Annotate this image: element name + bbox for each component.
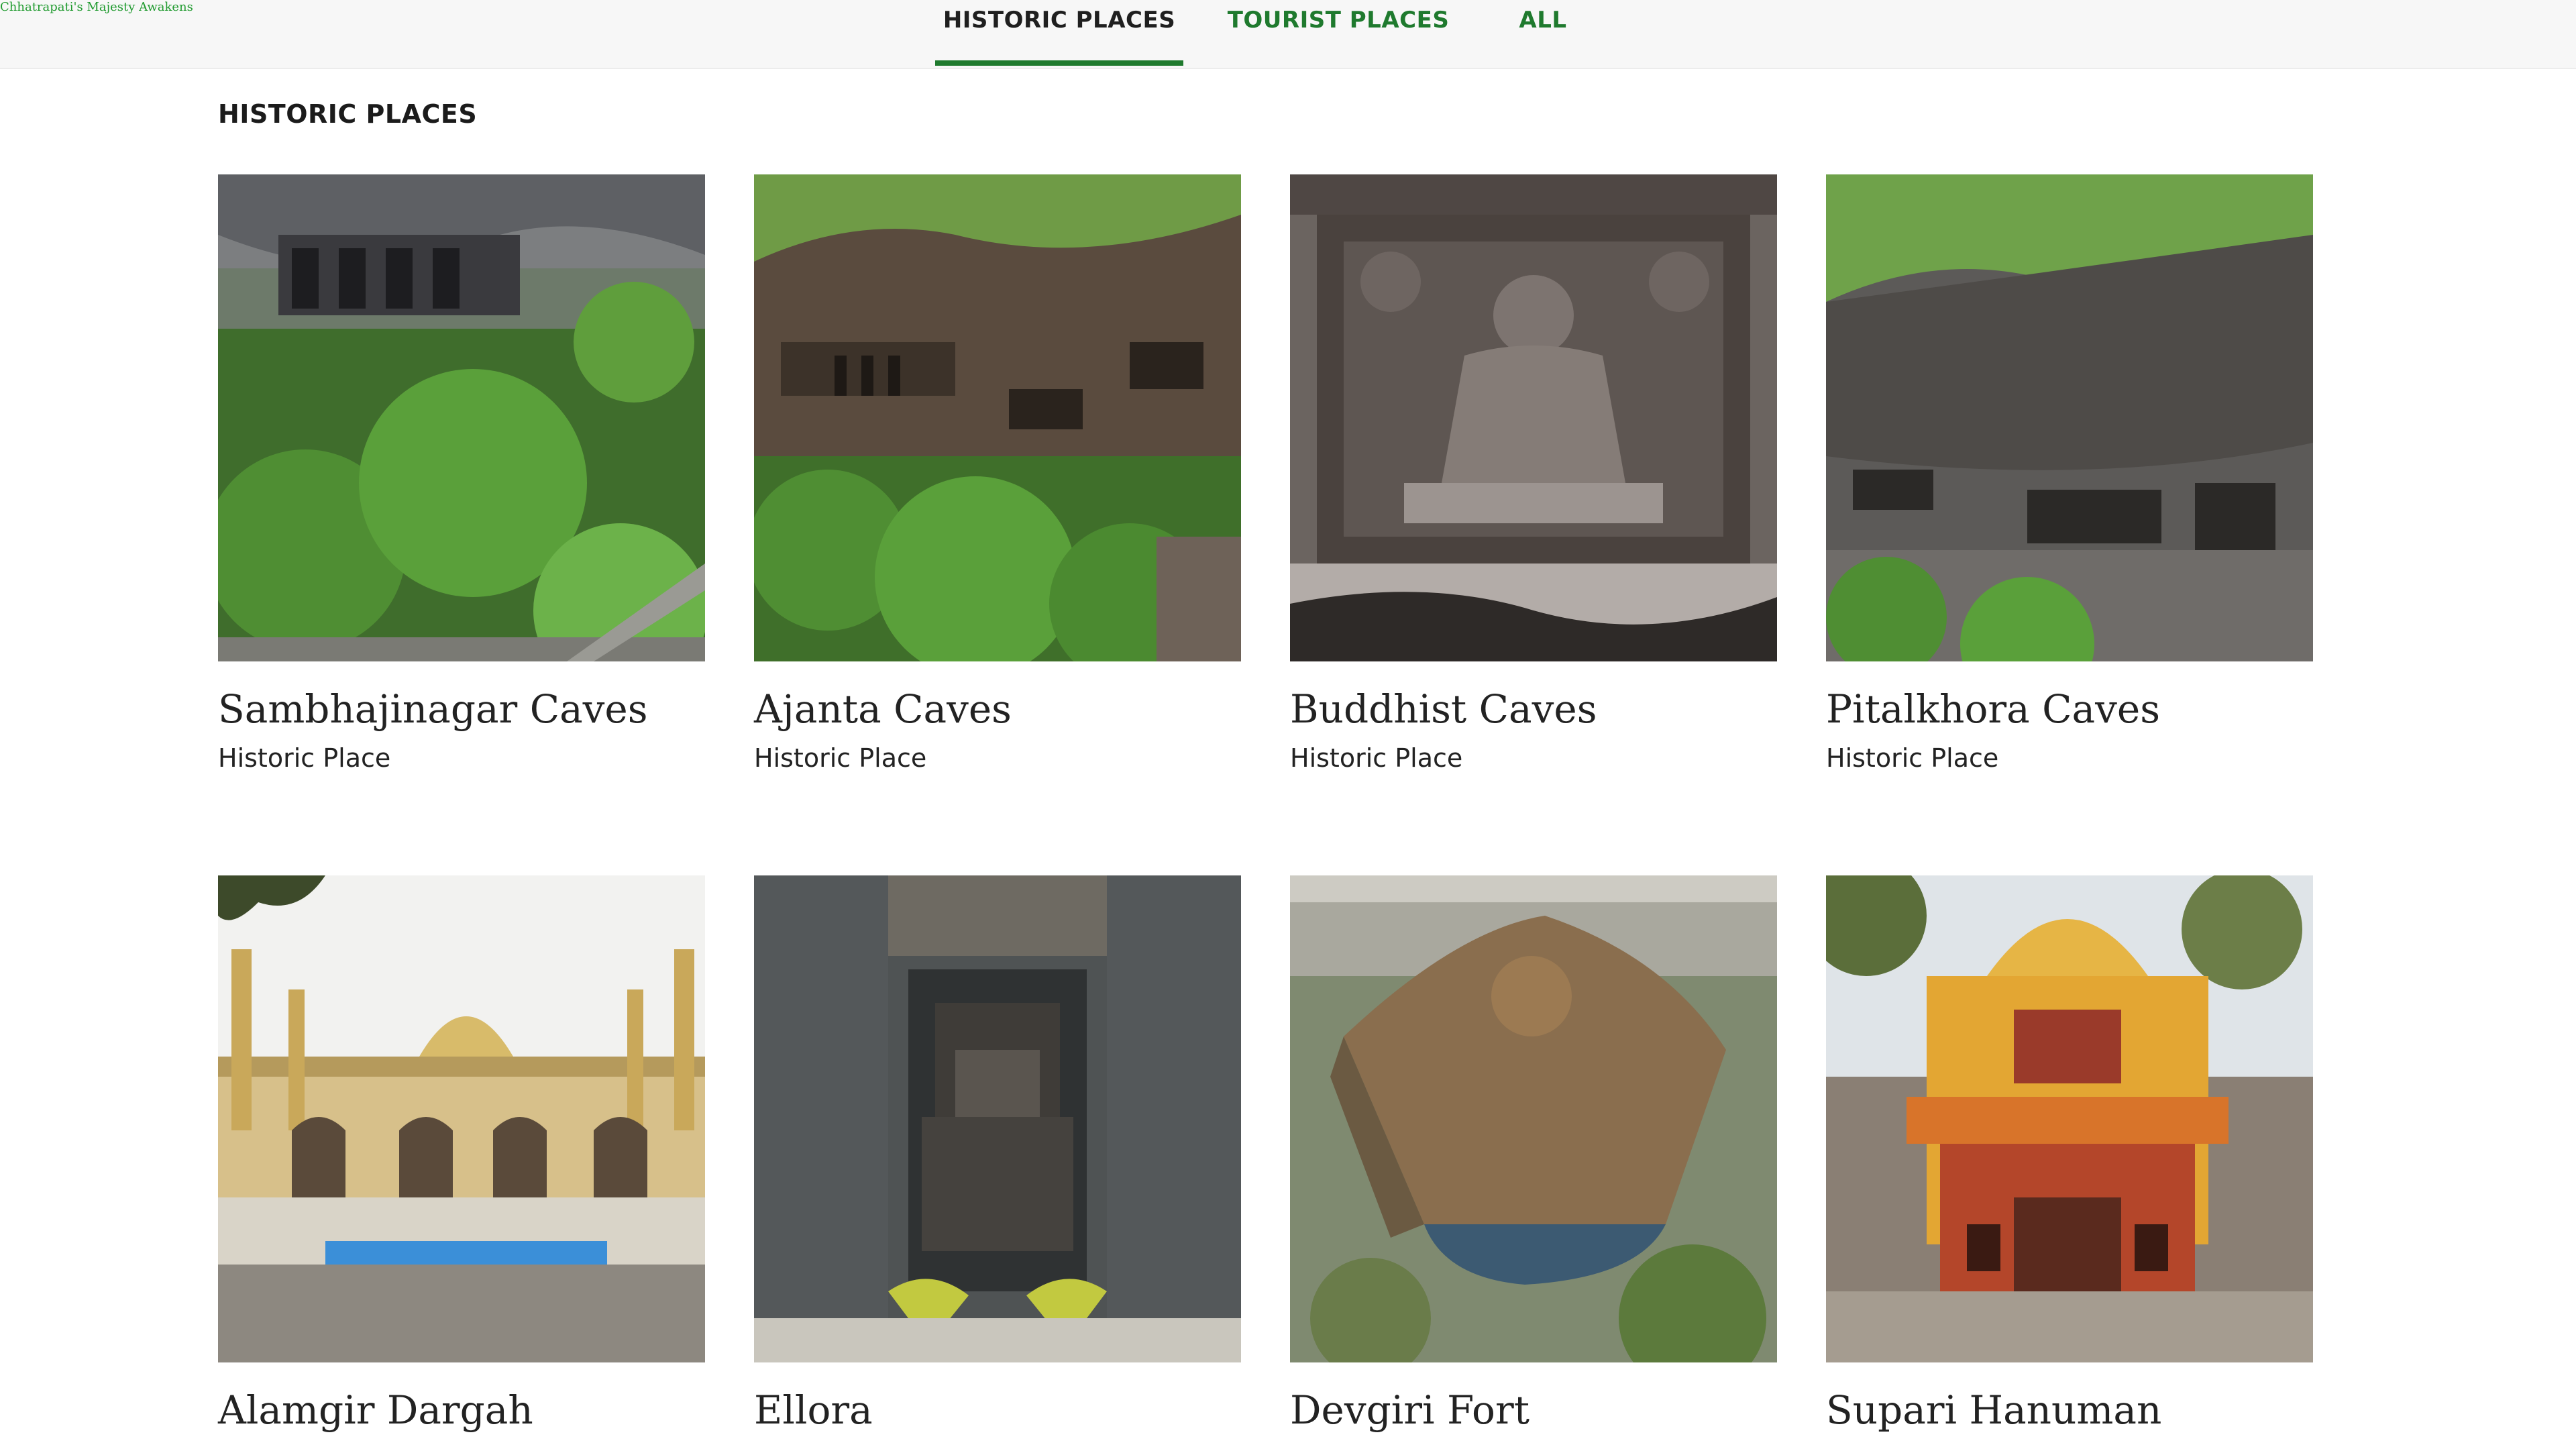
place-photo[interactable] [754,875,1241,1362]
place-photo[interactable] [1290,875,1777,1362]
place-photo[interactable] [754,174,1241,661]
place-name[interactable]: Ajanta Caves [754,688,1241,731]
tab-historic-places[interactable]: HISTORIC PLACES [935,0,1183,66]
tab-tourist-places[interactable]: TOURIST PLACES [1221,0,1456,66]
place-type: Historic Place [218,743,391,773]
place-card-alamgir-dargah[interactable]: Alamgir Dargah [218,875,705,1444]
place-name[interactable]: Supari Hanuman [1826,1389,2313,1432]
place-name[interactable]: Alamgir Dargah [218,1389,705,1432]
place-card-ellora[interactable]: Ellora [754,875,1241,1444]
place-photo[interactable] [218,174,705,661]
top-navigation-bar: Chhatrapati's Majesty Awakens HISTORIC P… [0,0,2576,69]
place-card-sambhajinagar-caves[interactable]: Sambhajinagar Caves Historic Place [218,174,705,773]
place-photo[interactable] [218,875,705,1362]
brand-logo-text[interactable]: Chhatrapati's Majesty Awakens [0,0,193,14]
place-card-buddhist-caves[interactable]: Buddhist Caves Historic Place [1290,174,1777,773]
place-card-supari-hanuman[interactable]: Supari Hanuman [1826,875,2313,1444]
place-card-ajanta-caves[interactable]: Ajanta Caves Historic Place [754,174,1241,773]
section-title: HISTORIC PLACES [218,99,478,129]
place-name[interactable]: Buddhist Caves [1290,688,1777,731]
place-type: Historic Place [754,743,927,773]
place-type: Historic Place [1826,743,1999,773]
place-photo[interactable] [1290,174,1777,661]
place-card-devgiri-fort[interactable]: Devgiri Fort [1290,875,1777,1444]
place-photo[interactable] [1826,174,2313,661]
place-name[interactable]: Ellora [754,1389,1241,1432]
place-photo[interactable] [1826,875,2313,1362]
place-name[interactable]: Devgiri Fort [1290,1389,1777,1432]
place-name[interactable]: Pitalkhora Caves [1826,688,2313,731]
place-type: Historic Place [1290,743,1463,773]
place-name[interactable]: Sambhajinagar Caves [218,688,705,731]
tab-all[interactable]: ALL [1496,0,1590,66]
place-card-pitalkhora-caves[interactable]: Pitalkhora Caves Historic Place [1826,174,2313,773]
